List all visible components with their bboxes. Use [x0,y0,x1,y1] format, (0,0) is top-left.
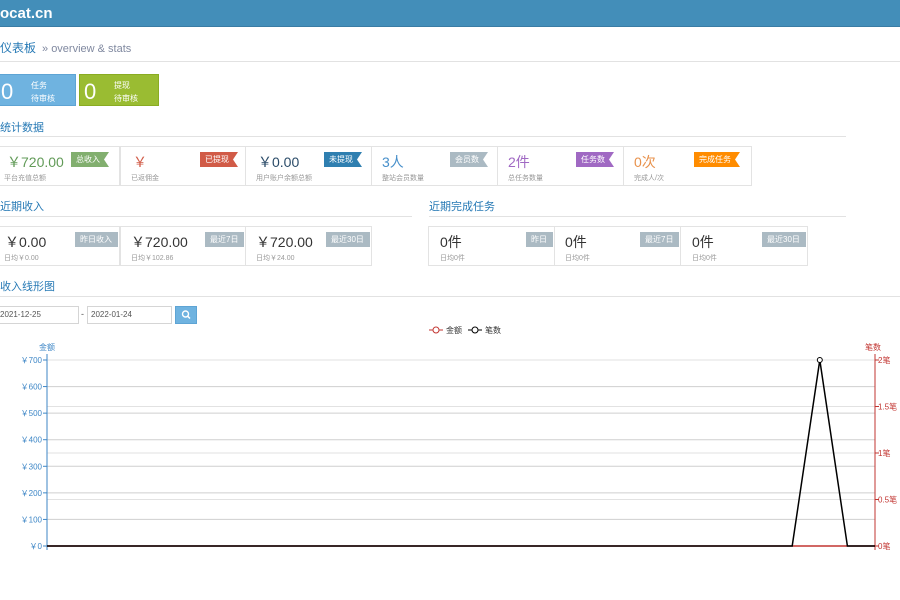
task-desc: 日均0件 [440,255,465,262]
pending-withdraw-label: 提现 [114,81,130,90]
income-tag: 昨日收入 [75,232,118,247]
stat-card-completed: 0次 完成人/次 完成任务 [624,146,752,186]
income-value: ￥720.00 [256,234,313,250]
stat-value: 2件 [508,154,530,170]
income-desc: 日均￥102.86 [131,255,174,262]
pending-task-count: 0 [1,79,14,104]
header-divider [0,61,900,62]
data-point [816,357,823,363]
income-card-30days: ￥720.00 日均￥24.00 最近30日 [246,226,372,266]
right-tick-label: 0笔 [878,541,890,550]
pending-withdraw-tile[interactable]: 0 提现 待审核 [79,74,159,106]
income-desc: 日均￥24.00 [256,255,295,262]
left-tick-label: ￥600 [21,383,43,392]
stat-desc: 已返佣金 [131,175,159,182]
stat-value: ￥0.00 [258,154,300,170]
stat-tag: 未提现 [324,152,362,167]
task-card-30days: 0件 日均0件 最近30日 [681,226,808,266]
task-value: 0件 [692,234,714,250]
income-tag: 最近7日 [205,232,245,247]
chart-divider [0,296,900,297]
stats-section-title: 统计数据 [0,122,44,134]
stat-desc: 完成人/次 [634,175,664,182]
pending-withdraw-status: 待审核 [114,94,138,103]
right-tick-label: 1笔 [878,448,890,458]
stat-tag: 已提现 [200,152,238,167]
legend-label: 笔数 [485,325,501,335]
brand-logo[interactable]: ocat.cn [0,5,53,22]
stat-value: 3人 [382,154,404,170]
date-separator: - [81,309,84,319]
left-axis-name: 金额 [39,342,55,352]
pending-withdraw-count: 0 [84,79,97,104]
pending-task-label: 任务 [31,81,47,90]
right-tick-label: 2笔 [878,355,890,365]
income-divider [0,216,412,217]
stats-divider [0,136,846,137]
task-desc: 日均0件 [565,255,590,262]
right-axis-name: 笔数 [865,342,881,352]
stat-card-commission: ￥ 已返佣金 已提现 [120,146,246,186]
stat-desc: 整站会员数量 [382,175,424,182]
legend-marker [432,326,440,334]
left-tick-label: ￥300 [21,462,43,471]
legend-marker [471,326,479,334]
right-tick-label: 0.5笔 [878,495,897,505]
stat-tag: 任务数 [576,152,614,167]
stat-tag: 完成任务 [694,152,740,167]
legend-label: 金额 [446,325,462,335]
stat-card-balance: ￥0.00 用户账户余额总额 未提现 [246,146,372,186]
task-tag: 最近30日 [762,232,806,247]
stat-value: ￥720.00 [7,154,64,170]
left-tick-label: ￥700 [21,356,43,365]
task-value: 0件 [440,234,462,250]
stat-tag: 会员数 [450,152,488,167]
income-value: ￥0.00 [5,234,47,250]
stat-value: ￥ [133,154,147,170]
stat-card-tasks: 2件 总任务数量 任务数 [498,146,624,186]
income-card-7days: ￥720.00 日均￥102.86 最近7日 [120,226,246,266]
task-tag: 昨日 [526,232,553,247]
chart-section-title: 收入线形图 [0,281,55,293]
stat-value: 0次 [634,154,656,170]
task-card-7days: 0件 日均0件 最近7日 [555,226,681,266]
stat-tag: 总收入 [71,152,109,167]
income-value: ￥720.00 [131,234,188,250]
income-line-chart: ￥0 ￥100 ￥200 ￥300 ￥400 ￥500 ￥600 ￥700 0笔 0.5笔 1笔 1.… [21,325,897,550]
income-tag: 最近30日 [326,232,370,247]
left-tick-label: ￥100 [21,515,43,524]
task-value: 0件 [565,234,587,250]
pending-task-tile[interactable]: 0 任务 待审核 [0,74,76,106]
task-tag: 最近7日 [640,232,680,247]
task-desc: 日均0件 [692,255,717,262]
stat-desc: 用户账户余额总额 [256,175,312,182]
task-card-yesterday: 0件 日均0件 昨日 [428,226,555,266]
page-header: 仪表板 » overview & stats [0,39,131,56]
tasks-divider [429,216,846,217]
left-tick-label: ￥0 [30,542,43,550]
left-tick-label: ￥400 [21,436,43,445]
page-subtitle: » overview & stats [42,43,132,55]
stat-desc: 总任务数量 [508,175,543,182]
stat-card-members: 3人 整站会员数量 会员数 [372,146,498,186]
stat-desc: 平台充值总额 [4,175,46,182]
tasks-section-title: 近期完成任务 [429,201,495,213]
pending-task-status: 待审核 [31,94,55,103]
left-tick-label: ￥500 [21,409,43,418]
stat-card-total-income: ￥720.00 平台充值总额 总收入 [0,146,120,186]
income-section-title: 近期收入 [0,201,44,213]
income-desc: 日均￥0.00 [4,255,39,262]
income-card-yesterday: ￥0.00 日均￥0.00 昨日收入 [0,226,120,266]
top-navbar: ocat.cn [0,0,900,27]
page-title: 仪表板 [0,41,37,55]
left-tick-label: ￥200 [21,489,43,498]
right-tick-label: 1.5笔 [878,402,897,412]
